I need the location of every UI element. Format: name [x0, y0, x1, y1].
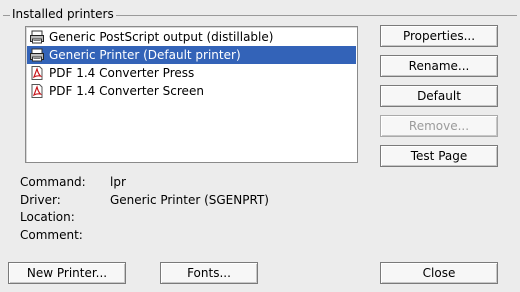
new-printer-button[interactable]: New Printer...	[8, 262, 126, 284]
printer-list-item[interactable]: Generic PostScript output (distillable)	[27, 28, 356, 46]
comment-label: Comment:	[20, 228, 83, 242]
printer-icon	[30, 30, 44, 44]
properties-button[interactable]: Properties...	[380, 25, 498, 47]
location-label: Location:	[20, 210, 75, 224]
printer-list-item-selected[interactable]: Generic Printer (Default printer)	[27, 46, 356, 64]
test-page-button[interactable]: Test Page	[380, 145, 498, 167]
printer-list-item[interactable]: PDF 1.4 Converter Screen	[27, 82, 356, 100]
command-label: Command:	[20, 175, 86, 189]
close-button[interactable]: Close	[380, 262, 498, 284]
command-value: lpr	[110, 175, 126, 189]
pdf-icon	[31, 66, 43, 80]
driver-label: Driver:	[20, 193, 61, 207]
driver-value: Generic Printer (SGENPRT)	[110, 193, 269, 207]
printer-name: Generic PostScript output (distillable)	[49, 30, 274, 44]
fonts-button[interactable]: Fonts...	[160, 262, 258, 284]
printer-list-item[interactable]: PDF 1.4 Converter Press	[27, 64, 356, 82]
printer-name: PDF 1.4 Converter Screen	[49, 84, 204, 98]
pdf-icon	[31, 84, 43, 98]
rename-button[interactable]: Rename...	[380, 55, 498, 77]
default-button[interactable]: Default	[380, 85, 498, 107]
printer-list[interactable]: Generic PostScript output (distillable) …	[25, 26, 358, 163]
printer-icon	[30, 48, 44, 62]
printer-name: PDF 1.4 Converter Press	[49, 66, 195, 80]
installed-printers-legend: Installed printers	[10, 6, 116, 22]
printer-name: Generic Printer (Default printer)	[49, 48, 241, 62]
remove-button[interactable]: Remove...	[380, 115, 498, 137]
